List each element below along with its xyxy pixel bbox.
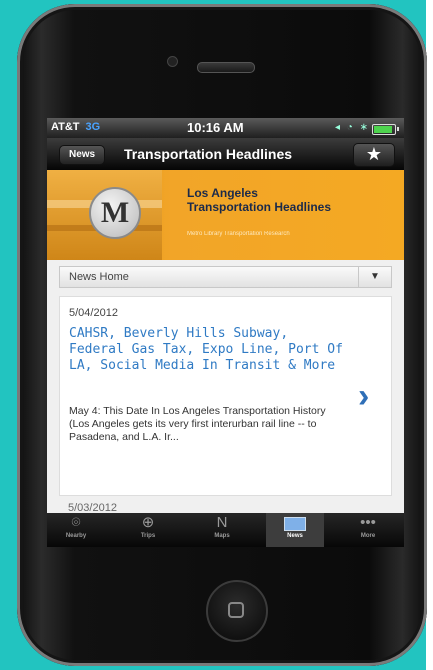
dropdown-arrow-icon[interactable]: ▼ [358,267,391,287]
trips-plus-icon: ⊕ [141,514,155,531]
headline-banner: M Los Angeles Transportation Headlines M… [47,170,404,260]
status-bar: AT&T 3G 10:16 AM ◂ ◔ ∗ [47,118,404,138]
article-date: 5/04/2012 [69,307,118,319]
favorite-star-button[interactable]: ★ [353,143,395,167]
system-icons: ◂ ◔ ∗ [335,122,370,133]
location-pin-icon: ⌾ [71,514,81,531]
tab-more[interactable]: ••• More [339,513,397,547]
tab-label: Trips [140,533,156,539]
section-label: News Home [69,271,129,283]
carrier-name: AT&T [51,121,80,133]
battery-nub [397,127,399,131]
tab-label: Nearby [65,533,87,539]
news-icon [266,513,324,533]
tab-label: More [360,533,376,539]
tab-maps[interactable]: N Maps [193,513,251,547]
nav-title: Transportation Headlines [124,146,293,162]
chevron-right-icon[interactable]: › [358,377,369,416]
home-button[interactable] [206,580,268,642]
compass-north-icon: N [216,514,228,531]
more-dots-icon: ••• [360,514,376,531]
logo-band: M [47,170,162,260]
banner-title-line2: Transportation Headlines [187,200,332,214]
battery-icon [372,124,399,135]
network-type: 3G [85,121,101,133]
article-summary: May 4: This Date In Los Angeles Transpor… [69,405,326,443]
tab-label: Maps [214,533,230,539]
home-square-icon [228,602,244,618]
banner-subtitle: Metro Library Transportation Research [187,231,290,237]
tab-trips[interactable]: ⊕ Trips [119,513,177,547]
carrier-label: AT&T 3G [51,121,100,133]
background-left [0,0,16,670]
background-right [426,0,433,670]
navigation-bar: News Transportation Headlines ★ [47,138,404,170]
status-time: 10:16 AM [187,120,244,135]
article-title-link[interactable]: CAHSR, Beverly Hills Subway, Federal Gas… [69,326,349,374]
banner-title-line1: Los Angeles [187,186,258,200]
tab-label: News [287,533,303,539]
tab-news[interactable]: News [266,513,324,547]
tab-nearby[interactable]: ⌾ Nearby [47,513,105,547]
article-list-item[interactable]: 5/04/2012 CAHSR, Beverly Hills Subway, F… [59,296,392,496]
app-screen: AT&T 3G 10:16 AM ◂ ◔ ∗ News Transportatio… [47,118,404,547]
camera-icon [167,56,178,67]
news-back-button[interactable]: News [59,145,106,165]
news-home-selector[interactable]: News Home ▼ [59,266,392,288]
tab-bar: ⌾ Nearby ⊕ Trips N Maps News ••• More [47,513,404,547]
banner-title: Los Angeles Transportation Headlines [187,186,397,214]
star-icon: ★ [365,144,383,164]
speaker-grille [197,62,255,73]
battery-fill [374,126,392,133]
metro-logo-icon: M [89,187,141,239]
